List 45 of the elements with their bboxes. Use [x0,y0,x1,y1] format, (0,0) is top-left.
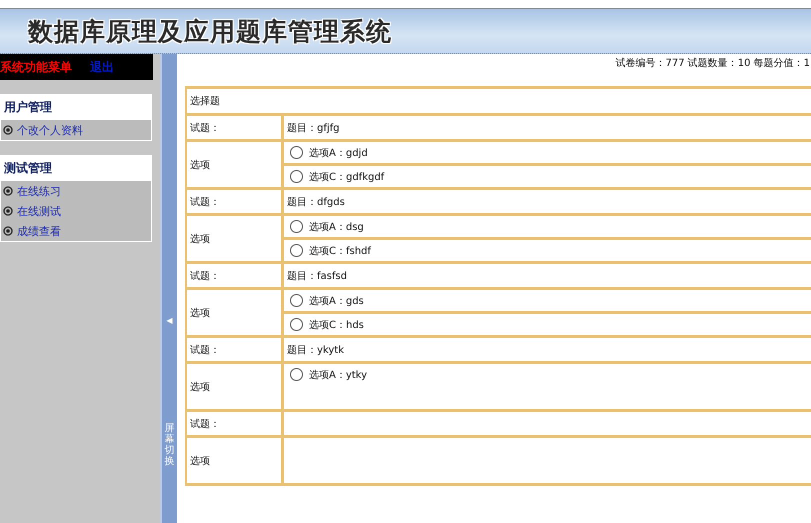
bullet-icon [3,125,13,135]
bullet-icon [3,206,13,216]
menu-item[interactable]: 成绩查看 [1,221,151,241]
menu-title: 系统功能菜单 [0,58,72,76]
option-text: 选项A：dsg [309,220,364,234]
table-cell: 试题： [187,412,284,435]
table-cell: 选项 [187,290,284,335]
radio-button[interactable] [290,244,303,257]
splitter-bar[interactable]: ◀ 屏幕切换 [160,54,177,523]
radio-button[interactable] [290,146,303,159]
radio-button[interactable] [290,170,303,183]
option-text: 选项C：fshdf [309,244,371,258]
table-cell: 选项 [187,438,284,483]
panel-title: 测试管理 [1,156,151,181]
bullet-icon [3,226,13,236]
table-cell: 选项 [187,216,284,261]
menu-item[interactable]: 在线测试 [1,201,151,221]
question-text: 题目：ykytk [286,344,344,358]
table-cell: 试题： [187,264,284,287]
table-cell: 选项 [187,142,284,187]
option-text: 选项C：gdfkgdf [309,170,384,184]
question-text: 题目：fasfsd [286,270,347,284]
radio-button[interactable] [290,318,303,331]
option-text: 选项A：gdjd [309,146,368,160]
option-text: 选项C：hds [309,318,364,332]
section-title: 选择题 [189,94,220,109]
question-text: 题目：gfjfg [286,122,340,136]
menu-item[interactable]: 在线练习 [1,181,151,201]
question-text: 题目：dfgds [286,196,345,210]
bullet-icon [3,186,13,196]
collapse-arrow[interactable]: ◀ [166,316,173,325]
radio-button[interactable] [290,368,303,381]
option-text: 选项A：ytky [309,368,368,382]
table-cell: 选项 [187,364,284,409]
radio-button[interactable] [290,220,303,233]
exam-info: 试卷编号：777 试题数量：10 每题分值：1 [615,56,811,71]
panel-title: 用户管理 [1,95,151,120]
menu-item[interactable]: 个改个人资料 [1,120,151,140]
splitter-label: 屏幕切换 [164,423,174,467]
system-title: 数据库原理及应用题库管理系统 [28,16,392,48]
table-cell: 试题： [187,338,284,361]
table-cell: 试题： [187,190,284,213]
table-cell: 试题： [187,116,284,139]
option-text: 选项A：gds [309,294,364,308]
radio-button[interactable] [290,294,303,307]
